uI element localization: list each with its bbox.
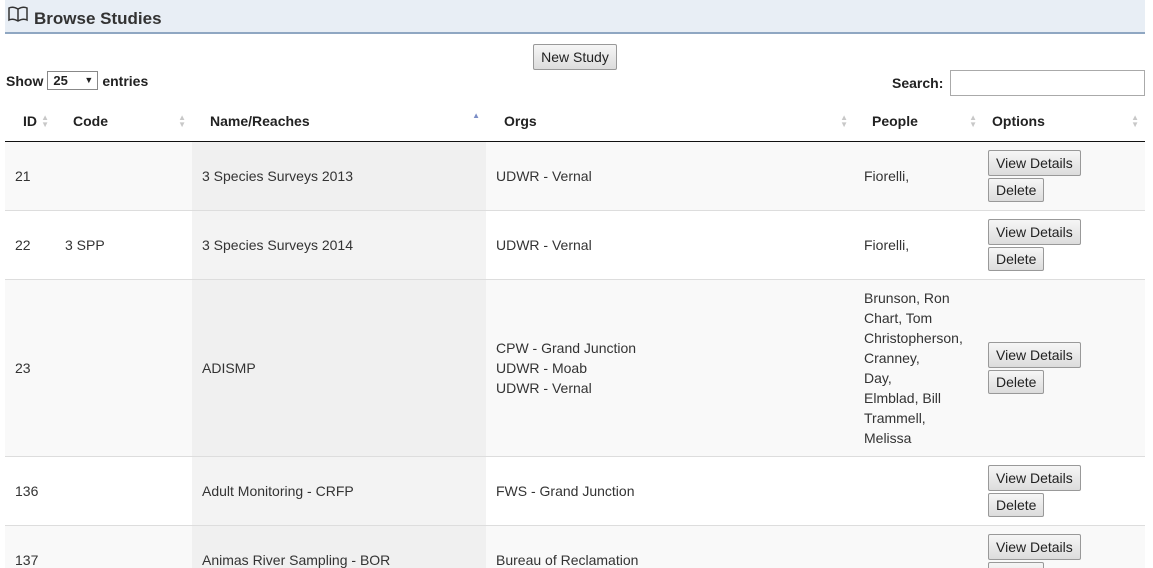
cell-orgs: FWS - Grand Junction bbox=[486, 455, 854, 525]
cell-name: Adult Monitoring - CRFP bbox=[192, 455, 486, 525]
cell-id: 21 bbox=[5, 140, 55, 210]
cell-id: 136 bbox=[5, 455, 55, 525]
cell-orgs: UDWR - Vernal bbox=[486, 209, 854, 279]
view-details-button[interactable]: View Details bbox=[988, 464, 1081, 491]
table-row: 21 3 Species Surveys 2013 UDWR - Vernal Fio… bbox=[5, 140, 1145, 210]
cell-id: 137 bbox=[5, 524, 55, 568]
column-header-name-reaches[interactable]: Name/Reaches ▲ bbox=[192, 102, 486, 142]
org-item: UDWR - Vernal bbox=[496, 379, 592, 396]
person-item: Christopherson, bbox=[864, 329, 963, 346]
cell-id: 22 bbox=[5, 209, 55, 279]
cell-code bbox=[55, 524, 192, 568]
org-item: UDWR - Vernal bbox=[496, 167, 592, 184]
cell-name: Animas River Sampling - BOR bbox=[192, 524, 486, 568]
cell-name: 3 Species Surveys 2013 bbox=[192, 140, 486, 210]
view-details-button[interactable]: View Details bbox=[988, 533, 1081, 560]
cell-options: View DetailsDelete bbox=[983, 209, 1145, 279]
entries-length-control: Show 25 ▼ entries bbox=[6, 71, 148, 90]
org-item: CPW - Grand Junction bbox=[496, 339, 637, 356]
chevron-down-icon: ▼ bbox=[84, 75, 94, 85]
delete-button[interactable]: Delete bbox=[988, 492, 1045, 517]
cell-code bbox=[55, 455, 192, 525]
column-header-options[interactable]: Options ▲ ▼ bbox=[983, 102, 1145, 142]
person-item: Chart, Tom bbox=[864, 309, 933, 326]
view-details-button[interactable]: View Details bbox=[988, 218, 1081, 245]
cell-name: 3 Species Surveys 2014 bbox=[192, 209, 486, 279]
cell-options: View DetailsDelete bbox=[983, 278, 1145, 456]
page-title: Browse Studies bbox=[34, 9, 162, 28]
cell-orgs: CPW - Grand Junction UDWR - Moab UDWR - Ve… bbox=[486, 278, 854, 456]
table-header-row: ID ▲ ▼ Code ▲ ▼ Name/Reaches ▲ Orgs ▲ ▼ Peo… bbox=[5, 102, 1145, 142]
delete-button[interactable]: Delete bbox=[988, 177, 1045, 202]
table-row: 23 ADISMP CPW - Grand Junction UDWR - Moab U… bbox=[5, 278, 1145, 456]
person-item: Cranney, bbox=[864, 349, 920, 366]
cell-orgs: Bureau of Reclamation bbox=[486, 524, 854, 568]
sort-icon: ▲ ▼ bbox=[41, 113, 49, 129]
org-item: UDWR - Moab bbox=[496, 359, 588, 376]
entries-per-page-value: 25 bbox=[53, 73, 68, 88]
view-details-button[interactable]: View Details bbox=[988, 341, 1081, 368]
cell-options: View DetailsDelete bbox=[983, 140, 1145, 210]
org-item: Bureau of Reclamation bbox=[496, 551, 639, 568]
sort-icon: ▲ ▼ bbox=[178, 113, 186, 129]
delete-button[interactable]: Delete bbox=[988, 246, 1045, 271]
table-row: 137 Animas River Sampling - BOR Bureau of … bbox=[5, 524, 1145, 568]
entries-per-page-select[interactable]: 25 ▼ bbox=[47, 71, 99, 90]
search-control: Search: bbox=[892, 70, 1146, 96]
delete-button[interactable]: Delete bbox=[988, 369, 1045, 394]
person-item: Elmblad, Bill bbox=[864, 389, 942, 406]
table-row: 136 Adult Monitoring - CRFP FWS - Grand Ju… bbox=[5, 455, 1145, 525]
cell-people: Fiorelli, bbox=[854, 209, 983, 279]
delete-button[interactable]: Delete bbox=[988, 561, 1045, 568]
person-item: Brunson, Ron bbox=[864, 289, 950, 306]
person-item: Fiorelli, bbox=[864, 167, 910, 184]
org-item: FWS - Grand Junction bbox=[496, 482, 635, 499]
cell-code bbox=[55, 140, 192, 210]
entries-label: entries bbox=[102, 72, 149, 89]
cell-people bbox=[854, 455, 983, 525]
column-header-id[interactable]: ID ▲ ▼ bbox=[5, 102, 55, 142]
cell-code bbox=[55, 278, 192, 456]
search-input[interactable] bbox=[950, 70, 1146, 96]
cell-orgs: UDWR - Vernal bbox=[486, 140, 854, 210]
person-item: Trammell, bbox=[864, 409, 926, 426]
sort-icon: ▲ ▼ bbox=[1131, 113, 1139, 129]
view-details-button[interactable]: View Details bbox=[988, 149, 1081, 176]
sort-icon: ▲ ▼ bbox=[969, 113, 977, 129]
cell-people bbox=[854, 524, 983, 568]
cell-people: Brunson, Ron Chart, Tom Christopherson, Cra… bbox=[854, 278, 983, 456]
cell-id: 23 bbox=[5, 278, 55, 456]
person-item: Fiorelli, bbox=[864, 236, 910, 253]
person-item: Melissa bbox=[864, 429, 912, 446]
cell-options: View DetailsDelete bbox=[983, 455, 1145, 525]
page-header: Browse Studies bbox=[5, 0, 1145, 34]
book-icon bbox=[8, 6, 28, 22]
cell-code: 3 SPP bbox=[55, 209, 192, 279]
column-header-code[interactable]: Code ▲ ▼ bbox=[55, 102, 192, 142]
sort-icon: ▲ ▼ bbox=[840, 113, 848, 129]
sort-ascending-icon: ▲ bbox=[472, 111, 480, 120]
new-study-button[interactable]: New Study bbox=[533, 44, 617, 70]
table-row: 22 3 SPP 3 Species Surveys 2014 UDWR - Vern… bbox=[5, 209, 1145, 279]
studies-table: ID ▲ ▼ Code ▲ ▼ Name/Reaches ▲ Orgs ▲ ▼ Peo… bbox=[5, 102, 1145, 568]
org-item: UDWR - Vernal bbox=[496, 236, 592, 253]
cell-options: View DetailsDelete bbox=[983, 524, 1145, 568]
person-item: Day, bbox=[864, 369, 892, 386]
cell-name: ADISMP bbox=[192, 278, 486, 456]
show-label: Show bbox=[6, 72, 44, 89]
cell-people: Fiorelli, bbox=[854, 140, 983, 210]
column-header-people[interactable]: People ▲ ▼ bbox=[854, 102, 983, 142]
column-header-orgs[interactable]: Orgs ▲ ▼ bbox=[486, 102, 854, 142]
search-label: Search: bbox=[892, 75, 944, 91]
